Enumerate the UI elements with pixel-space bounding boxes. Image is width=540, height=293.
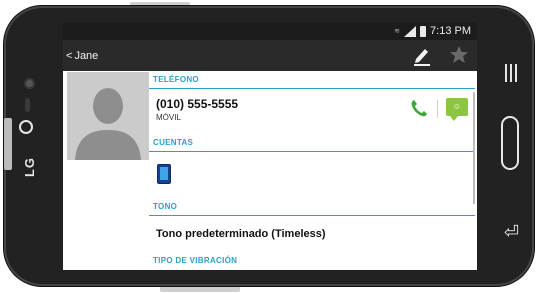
ringtone-value[interactable]: Tono predeterminado (Timeless) — [156, 228, 326, 240]
stage: LG ⏎ ≋ 7:13 PM < Jane TELÉFONO (010) 555… — [0, 0, 540, 293]
scrollbar[interactable] — [473, 92, 475, 204]
phone-call-icon[interactable] — [409, 98, 429, 118]
signal-icon — [404, 25, 417, 37]
message-icon[interactable]: ☺ — [446, 98, 468, 121]
vibration-section-header: TIPO DE VIBRACIÓN — [153, 256, 238, 265]
home-key[interactable] — [501, 116, 519, 170]
action-icons — [413, 44, 469, 66]
menu-key[interactable] — [505, 64, 517, 82]
bottom-edge — [160, 286, 240, 292]
battery-icon — [420, 25, 427, 37]
contact-photo[interactable] — [67, 72, 149, 160]
back-button[interactable]: < Jane — [66, 50, 98, 62]
volume-key[interactable] — [4, 118, 12, 170]
screen: ≋ 7:13 PM < Jane TELÉFONO (010) 555-5555… — [63, 22, 477, 270]
front-camera — [24, 78, 35, 89]
message-face: ☺ — [452, 102, 462, 111]
action-bar: < Jane — [63, 40, 477, 71]
pencil-icon[interactable] — [413, 44, 431, 66]
action-divider — [437, 100, 438, 118]
contact-name: Jane — [74, 49, 99, 62]
proximity-sensor — [25, 98, 30, 112]
chevron-left-icon: < — [66, 49, 73, 62]
phone-number[interactable]: (010) 555-5555 — [156, 97, 238, 111]
brand-logo — [19, 120, 33, 134]
status-bar: ≋ 7:13 PM — [63, 22, 477, 40]
phone-type: MÓVIL — [156, 113, 181, 122]
star-icon[interactable] — [449, 45, 469, 65]
notification-icon: ≋ — [394, 28, 401, 35]
tone-section-divider — [149, 215, 475, 216]
phone-device-icon — [157, 164, 171, 184]
brand-text: LG — [21, 156, 37, 178]
brand-label: LG — [18, 156, 40, 178]
phone-section-divider — [149, 88, 475, 89]
status-indicators: ≋ 7:13 PM — [394, 25, 471, 37]
status-time: 7:13 PM — [430, 25, 471, 37]
back-key[interactable]: ⏎ — [504, 222, 519, 242]
accounts-section-divider — [149, 151, 475, 152]
